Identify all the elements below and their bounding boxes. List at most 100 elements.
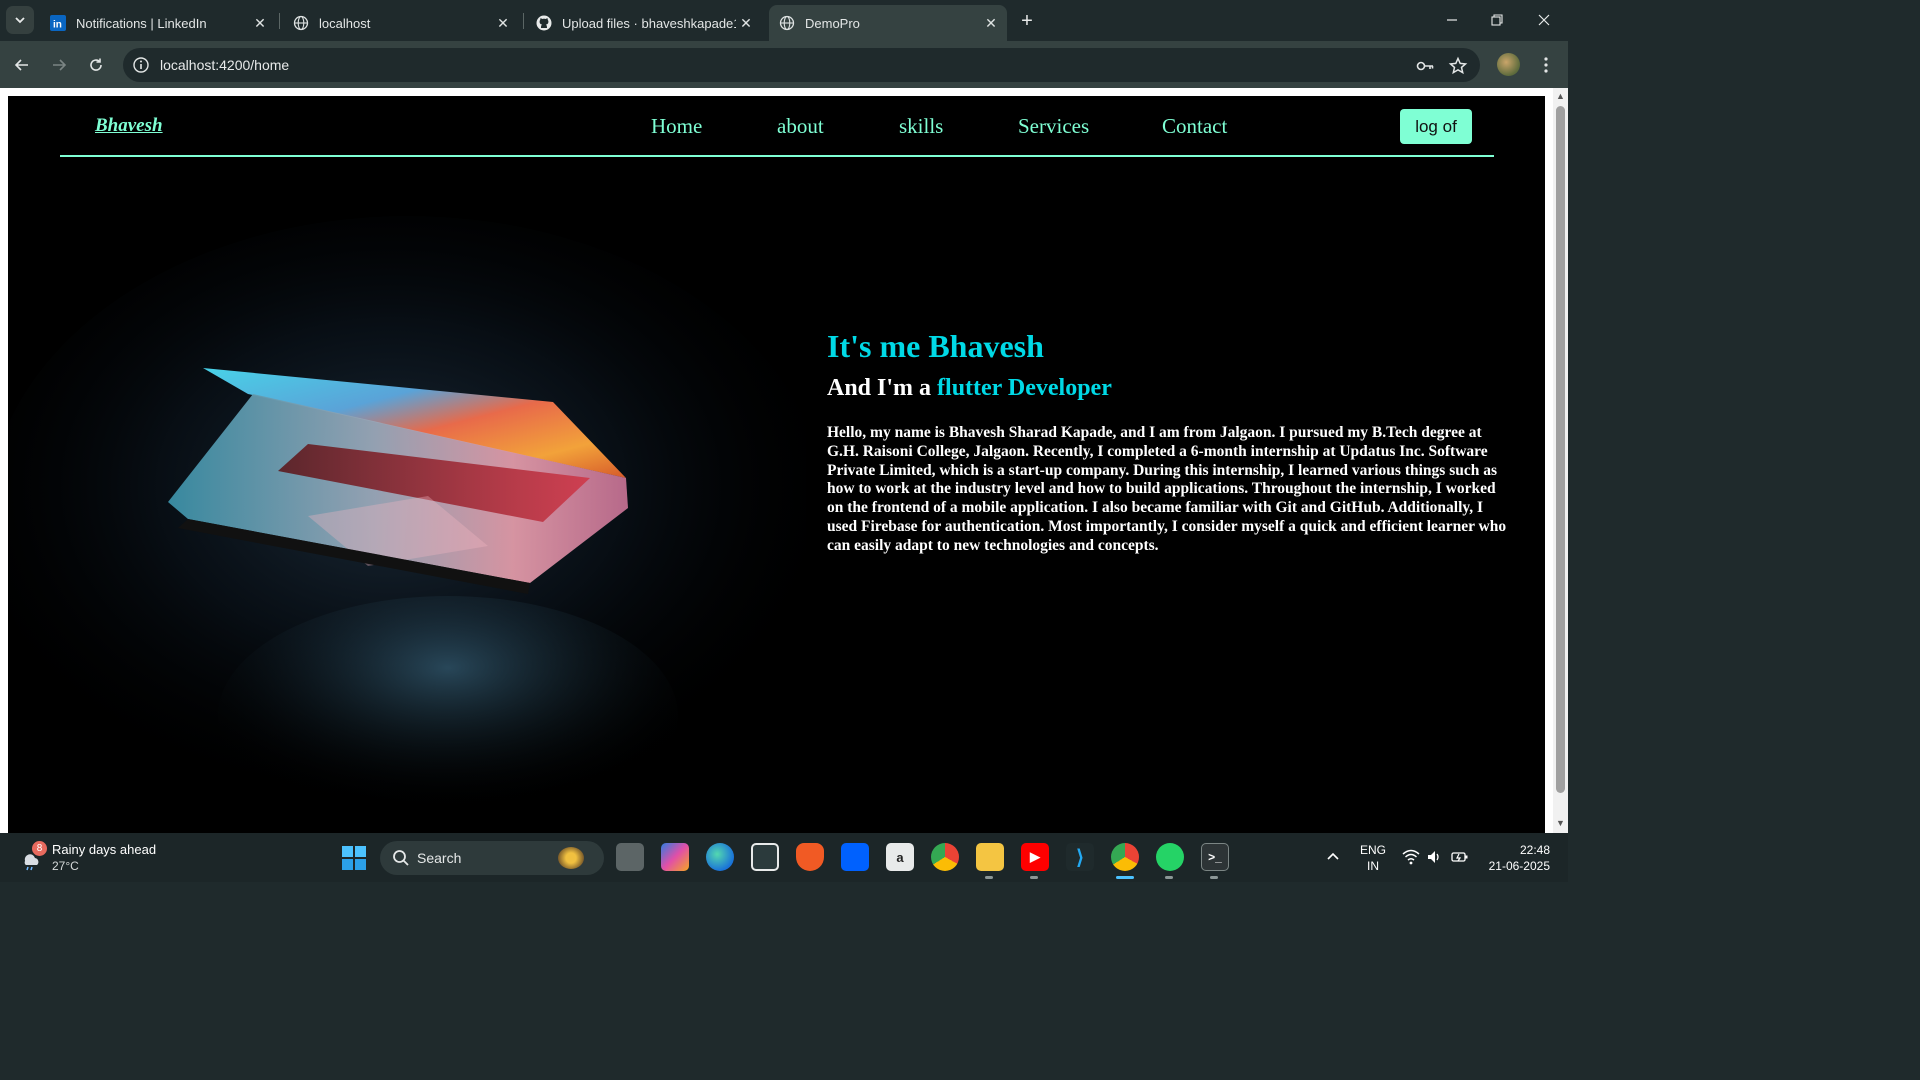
windows-start-icon[interactable] [342,846,366,870]
file-explorer-icon[interactable] [976,843,1004,871]
edge-icon[interactable] [706,843,734,871]
weather-badge: 8 [32,841,47,856]
browser-menu-button[interactable] [1536,53,1556,77]
close-icon[interactable]: ✕ [736,13,756,33]
linkedin-icon: in [50,15,66,31]
tab-linkedin[interactable]: in Notifications | LinkedIn ✕ [40,5,276,41]
tab-title: Upload files · bhaveshkapade19 [562,15,736,31]
page-scrollbar[interactable]: ▲ ▼ [1553,88,1568,833]
tab-localhost[interactable]: localhost ✕ [283,5,519,41]
minimize-button[interactable] [1432,6,1472,34]
clock-time: 22:48 [1519,843,1550,857]
wifi-icon[interactable] [1402,849,1420,865]
logout-button[interactable]: log of [1400,109,1472,144]
close-window-button[interactable] [1524,6,1564,34]
input-language[interactable]: ENG IN [1360,842,1386,874]
tab-title: DemoPro [805,15,860,31]
reload-button[interactable] [82,51,110,79]
new-tab-button[interactable]: + [1015,9,1039,33]
terminal-icon[interactable]: >_ [1201,843,1229,871]
amazon-icon[interactable]: a [886,843,914,871]
nav-home-link[interactable]: Home [651,114,702,139]
search-icon [393,850,409,866]
search-label: Search [417,850,462,866]
tab-title: Notifications | LinkedIn [76,15,207,31]
windows-taskbar: 8 Rainy days ahead 27°C Search a ▶ ⟩ >_ … [0,833,1568,882]
arrow-right-icon [53,59,67,71]
scroll-up-icon[interactable]: ▲ [1556,92,1565,101]
nav-services-link[interactable]: Services [1018,114,1089,139]
browser-tab-strip: in Notifications | LinkedIn ✕ localhost … [0,0,1568,41]
task-view-icon[interactable] [616,843,644,871]
running-indicator [1210,876,1218,879]
github-icon [536,15,552,31]
globe-icon [293,15,309,31]
nav-contact-link[interactable]: Contact [1162,114,1227,139]
weather-temp: 27°C [52,859,79,873]
copilot-icon[interactable] [661,843,689,871]
forward-button[interactable] [45,51,73,79]
minimize-icon [1447,19,1457,21]
subtitle-prefix: And I'm a [827,375,938,401]
reload-icon [90,58,102,71]
tab-title: localhost [319,15,371,31]
ms-store-icon[interactable] [751,843,779,871]
chevron-up-icon[interactable] [1326,851,1340,861]
star-icon[interactable] [1448,56,1468,76]
clock-date: 21-06-2025 [1488,859,1550,873]
system-clock[interactable]: 22:48 21-06-2025 [1484,842,1550,874]
running-indicator [1030,876,1038,879]
close-icon[interactable]: ✕ [250,13,270,33]
running-indicator [985,876,993,879]
laptop-hero-image [8,216,806,833]
subtitle-role: flutter Developer [937,375,1112,401]
portfolio-page: Bhavesh Home about skills Services Conta… [8,96,1545,833]
nav-divider [60,155,1494,157]
chrome-profile-icon[interactable] [1111,843,1139,871]
chevron-down-icon [15,17,25,24]
back-button[interactable] [8,51,36,79]
hero-title: It's me Bhavesh [827,328,1044,364]
close-icon[interactable]: ✕ [493,13,513,33]
profile-avatar[interactable] [1497,53,1520,76]
site-navbar: Bhavesh Home about skills Services Conta… [8,96,1545,164]
vscode-icon[interactable]: ⟩ [1066,843,1094,871]
battery-icon[interactable] [1451,849,1469,865]
nav-skills-link[interactable]: skills [899,114,943,139]
region-code: IN [1367,859,1379,873]
site-info-icon[interactable] [132,56,150,74]
address-bar[interactable]: localhost:4200/home [123,48,1480,82]
tab-divider [279,13,280,29]
hero-bio: Hello, my name is Bhavesh Sharad Kapade,… [827,424,1507,554]
close-icon[interactable]: ✕ [981,13,1001,33]
brave-icon[interactable] [796,843,824,871]
svg-text:in: in [53,20,62,31]
weather-widget[interactable]: 8 Rainy days ahead 27°C [16,839,166,877]
taskbar-search[interactable]: Search [380,841,604,875]
weather-text: Rainy days ahead [52,842,157,857]
close-icon [1538,14,1550,26]
more-vertical-icon [1544,57,1548,73]
volume-icon[interactable] [1426,849,1442,865]
tab-search-button[interactable] [6,6,34,34]
tab-github-upload[interactable]: Upload files · bhaveshkapade19 ✕ [526,5,762,41]
scroll-down-icon[interactable]: ▼ [1556,819,1565,828]
tab-divider [523,13,524,29]
dropbox-icon[interactable] [841,843,869,871]
page-viewport: Bhavesh Home about skills Services Conta… [0,88,1568,833]
whatsapp-icon[interactable] [1156,843,1184,871]
nav-about-link[interactable]: about [777,114,824,139]
active-app-indicator [1116,876,1134,879]
url-text[interactable]: localhost:4200/home [160,57,289,73]
youtube-icon[interactable]: ▶ [1021,843,1049,871]
lang-code: ENG [1360,843,1387,857]
chrome-icon[interactable] [931,843,959,871]
brand-logo[interactable]: Bhavesh [95,115,163,137]
tab-demopro[interactable]: DemoPro ✕ [769,5,1007,41]
key-icon[interactable] [1415,56,1435,76]
browser-toolbar: localhost:4200/home [0,41,1568,88]
restore-button[interactable] [1477,6,1517,34]
search-highlight-icon [558,847,584,869]
scrollbar-thumb[interactable] [1556,106,1565,793]
globe-icon [779,15,795,31]
